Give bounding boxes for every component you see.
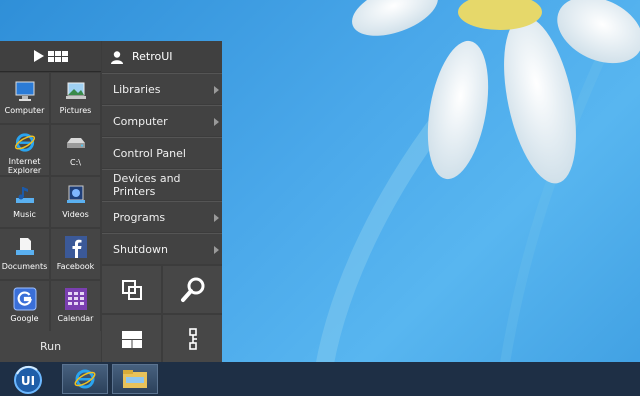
videos-icon <box>66 185 85 203</box>
tile-label: C:\ <box>70 158 81 167</box>
tile-music[interactable]: Music <box>0 177 49 227</box>
menu-item-shutdown[interactable]: Shutdown <box>102 233 222 264</box>
google-icon <box>13 287 36 311</box>
menu-item-label: Control Panel <box>113 146 186 160</box>
tile-label: Facebook <box>56 262 95 271</box>
menu-item-devices-and-printers[interactable]: Devices and Printers <box>102 169 222 200</box>
calendar-icon <box>64 288 87 310</box>
menu-item-control-panel[interactable]: Control Panel <box>102 137 222 168</box>
user-name: RetroUI <box>132 50 173 63</box>
tile-calendar[interactable]: Calendar <box>51 281 100 331</box>
menu-item-label: Libraries <box>113 82 161 96</box>
internet-explorer-icon <box>14 133 35 152</box>
menu-item-label: Computer <box>113 114 168 128</box>
submenu-arrow-icon <box>214 214 219 222</box>
submenu-arrow-icon <box>214 118 219 126</box>
retroui-start-button[interactable]: UI <box>12 364 44 395</box>
menu-list: RetroUI Libraries Computer Control Panel… <box>102 41 222 362</box>
tile-documents[interactable]: Documents <box>0 229 49 279</box>
start-logo-text: UI <box>21 374 35 388</box>
facebook-icon <box>64 236 87 258</box>
tile-drive-c[interactable]: C:\ <box>51 125 100 175</box>
search-icon <box>180 277 204 302</box>
taskbar: UI <box>0 362 640 396</box>
tile-label: Pictures <box>59 106 92 115</box>
search-button[interactable] <box>163 266 222 313</box>
menu-item-label: Devices and Printers <box>113 172 181 198</box>
tile-internet-explorer[interactable]: Internet Explorer <box>0 125 49 175</box>
tile-label: Music <box>13 210 36 219</box>
submenu-arrow-icon <box>214 86 219 94</box>
user-account[interactable]: RetroUI <box>102 41 222 72</box>
run-label: Run <box>39 340 62 353</box>
layout-button[interactable] <box>102 315 161 362</box>
tile-label: Computer <box>4 106 45 115</box>
start-menu: Computer Pictures Internet Explorer C:\ … <box>0 41 222 362</box>
tile-label: Internet Explorer <box>7 157 42 175</box>
all-apps-button[interactable] <box>0 41 101 72</box>
tile-label: Google <box>10 314 39 323</box>
user-icon <box>111 50 123 64</box>
taskbar-internet-explorer[interactable] <box>62 364 108 394</box>
music-icon <box>15 187 34 203</box>
submenu-arrow-icon <box>214 246 219 254</box>
play-icon <box>33 50 44 62</box>
menu-item-label: Shutdown <box>113 242 168 256</box>
tile-computer[interactable]: Computer <box>0 73 49 123</box>
layout-icon <box>121 330 142 348</box>
tile-label: Calendar <box>57 314 94 323</box>
tile-column: Computer Pictures Internet Explorer C:\ … <box>0 41 101 362</box>
tile-google[interactable]: Google <box>0 281 49 331</box>
tile-pictures[interactable]: Pictures <box>51 73 100 123</box>
menu-item-label: Programs <box>113 210 166 224</box>
tile-label: Videos <box>62 210 89 219</box>
documents-icon <box>15 238 34 255</box>
menu-item-programs[interactable]: Programs <box>102 201 222 232</box>
drive-icon <box>66 138 85 148</box>
switch-windows-icon <box>121 279 142 300</box>
taskbar-file-explorer[interactable] <box>112 364 158 394</box>
file-explorer-icon <box>123 370 147 388</box>
run-button[interactable]: Run <box>0 331 101 362</box>
apps-grid-icon <box>47 50 68 62</box>
computer-icon <box>15 81 34 101</box>
internet-explorer-icon <box>74 369 96 389</box>
tile-videos[interactable]: Videos <box>51 177 100 227</box>
menu-item-computer[interactable]: Computer <box>102 105 222 136</box>
connect-icon <box>188 327 197 350</box>
tile-facebook[interactable]: Facebook <box>51 229 100 279</box>
connect-button[interactable] <box>163 315 222 362</box>
menu-item-libraries[interactable]: Libraries <box>102 73 222 104</box>
switch-windows-button[interactable] <box>102 266 161 313</box>
pictures-icon <box>65 82 86 99</box>
tile-label: Documents <box>1 262 48 271</box>
